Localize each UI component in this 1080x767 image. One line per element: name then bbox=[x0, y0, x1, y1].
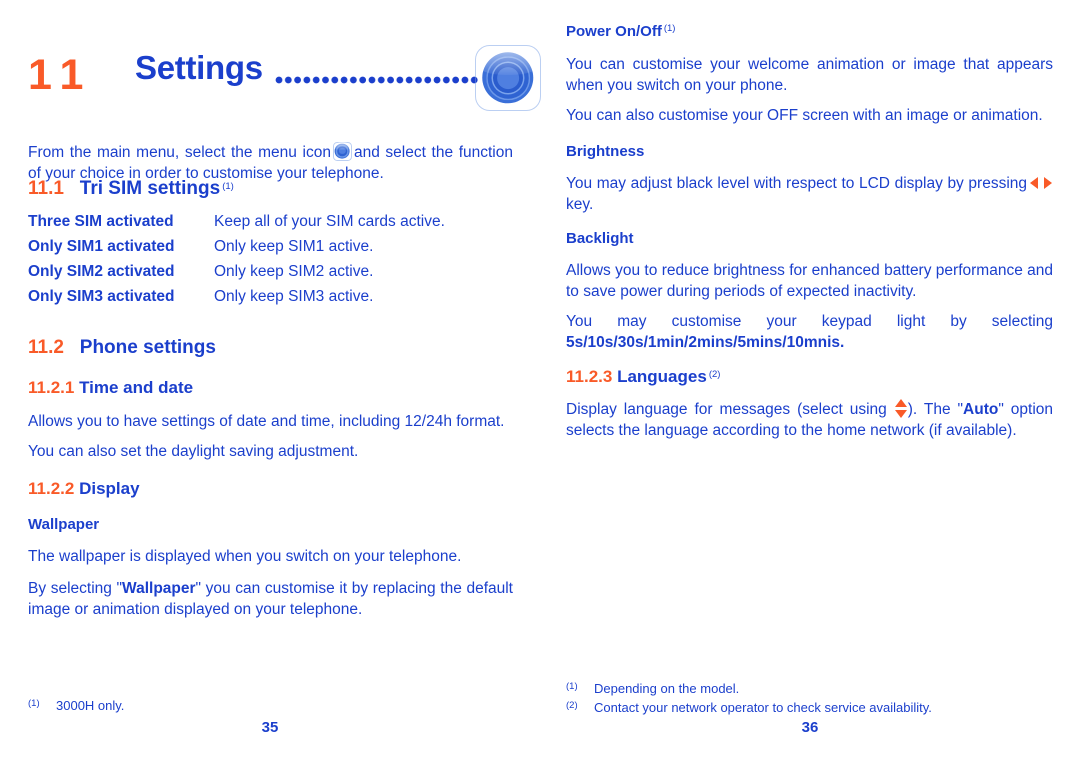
footnote-marker: (1) bbox=[663, 23, 676, 34]
time-date-paragraph-1: Allows you to have settings of date and … bbox=[28, 413, 505, 430]
footnote-marker: (1) bbox=[28, 698, 40, 709]
minor-heading-wallpaper: Wallpaper bbox=[28, 516, 100, 533]
subsection-title: Time and date bbox=[79, 378, 194, 397]
backlight-paragraph-1: Allows you to reduce brightness for enha… bbox=[566, 262, 1053, 300]
intro-text-before: From the main menu, select the menu icon bbox=[28, 143, 331, 161]
wallpaper-paragraph-1: The wallpaper is displayed when you swit… bbox=[28, 548, 462, 565]
right-page: Power On/Off (1) You can customise your w… bbox=[540, 0, 1080, 767]
backlight-text-a: You may customise your keypad light by s… bbox=[566, 313, 1053, 330]
footnote-marker: (1) bbox=[566, 681, 578, 692]
subsection-title: Languages bbox=[617, 367, 707, 386]
languages-text-b: ). The " bbox=[907, 401, 964, 418]
section-title: Tri SIM settings bbox=[79, 178, 221, 199]
list-item: Only SIM2 activated Only keep SIM2 activ… bbox=[28, 261, 513, 283]
page-title: Settings bbox=[135, 49, 263, 86]
sim-option-desc: Only keep SIM2 active. bbox=[214, 263, 374, 280]
section-title: Phone settings bbox=[79, 337, 216, 358]
section-number: 11.1 bbox=[28, 178, 64, 199]
dot-leader bbox=[275, 73, 480, 87]
footnote-row: (1) Depending on the model. bbox=[566, 680, 1053, 699]
subsection-heading-languages: 11.2.3 Languages (2) bbox=[566, 366, 1053, 387]
footnote-text: Depending on the model. bbox=[594, 681, 740, 696]
sim-option-desc: Only keep SIM3 active. bbox=[214, 288, 374, 305]
power-paragraph-1: You can customise your welcome animation… bbox=[566, 56, 1053, 94]
subsection-heading-time-and-date: 11.2.1 Time and date bbox=[28, 377, 513, 398]
minor-heading-backlight: Backlight bbox=[566, 230, 634, 247]
list-item: Three SIM activated Keep all of your SIM… bbox=[28, 211, 513, 233]
subsection-heading-display: 11.2.2 Display bbox=[28, 478, 513, 499]
sim-option-term: Three SIM activated bbox=[28, 213, 174, 230]
power-paragraph-2: You can also customise your OFF screen w… bbox=[566, 107, 1043, 124]
brightness-paragraph: You may adjust black level with respect … bbox=[566, 173, 1053, 215]
left-page: 11 Settings From the main menu, select t… bbox=[0, 0, 540, 767]
footnote-text: 3000H only. bbox=[56, 698, 125, 713]
brightness-text-a: You may adjust black level with respect … bbox=[566, 175, 1027, 192]
chapter-number: 11 bbox=[28, 51, 94, 99]
footnotes-left: (1) 3000H only. bbox=[28, 697, 513, 716]
languages-paragraph: Display language for messages (select us… bbox=[566, 399, 1053, 441]
section-heading-tri-sim: 11.1 Tri SIM settings (1) bbox=[28, 177, 513, 201]
section-number: 11.2 bbox=[28, 337, 64, 358]
footnote-marker: (2) bbox=[708, 369, 721, 380]
settings-app-icon bbox=[475, 45, 541, 111]
list-item: Only SIM1 activated Only keep SIM1 activ… bbox=[28, 236, 513, 258]
minor-heading-power-on-off: Power On/Off (1) bbox=[566, 23, 1053, 42]
wallpaper-text-a: By selecting " bbox=[28, 580, 123, 597]
subsection-number: 11.2.2 bbox=[28, 479, 75, 498]
brightness-text-b: key. bbox=[566, 196, 594, 213]
languages-text-a: Display language for messages (select us… bbox=[566, 401, 887, 418]
sim-option-desc: Only keep SIM1 active. bbox=[214, 238, 374, 255]
wallpaper-paragraph-2: By selecting "Wallpaper" you can customi… bbox=[28, 578, 513, 620]
subsection-number: 11.2.1 bbox=[28, 378, 75, 397]
sim-options-list: Three SIM activated Keep all of your SIM… bbox=[28, 211, 513, 311]
minor-heading-brightness: Brightness bbox=[566, 143, 645, 160]
chapter-header: 11 Settings bbox=[28, 46, 539, 118]
page-number-left: 35 bbox=[261, 719, 279, 736]
list-item: Only SIM3 activated Only keep SIM3 activ… bbox=[28, 286, 513, 308]
section-heading-phone-settings: 11.2 Phone settings bbox=[28, 336, 513, 360]
time-date-paragraph-2: You can also set the daylight saving adj… bbox=[28, 443, 359, 460]
footnote-marker: (2) bbox=[566, 700, 578, 711]
footnote-row: (1) 3000H only. bbox=[28, 697, 513, 716]
languages-auto-option: Auto bbox=[963, 401, 999, 418]
page-number-right: 36 bbox=[801, 719, 819, 736]
subsection-title: Display bbox=[79, 479, 140, 498]
backlight-paragraph-2: You may customise your keypad light by s… bbox=[566, 311, 1053, 353]
footnote-text: Contact your network operator to check s… bbox=[594, 700, 932, 715]
footnote-row: (2) Contact your network operator to che… bbox=[566, 699, 1053, 718]
power-heading-text: Power On/Off bbox=[566, 23, 662, 40]
up-down-arrow-icon bbox=[894, 399, 907, 418]
sim-option-desc: Keep all of your SIM cards active. bbox=[214, 213, 445, 230]
left-right-arrow-icon bbox=[1030, 177, 1052, 190]
wallpaper-bold-term: Wallpaper bbox=[122, 580, 196, 597]
sim-option-term: Only SIM1 activated bbox=[28, 238, 175, 255]
backlight-duration-options: 5s/10s/30s/1min/2mins/5mins/10mnis. bbox=[566, 334, 845, 351]
settings-menu-icon-inline bbox=[333, 142, 352, 161]
sim-option-term: Only SIM2 activated bbox=[28, 263, 175, 280]
subsection-number: 11.2.3 bbox=[566, 367, 613, 386]
sim-option-term: Only SIM3 activated bbox=[28, 288, 175, 305]
footnote-marker: (1) bbox=[222, 181, 234, 192]
footnotes-right: (1) Depending on the model. (2) Contact … bbox=[566, 680, 1053, 718]
